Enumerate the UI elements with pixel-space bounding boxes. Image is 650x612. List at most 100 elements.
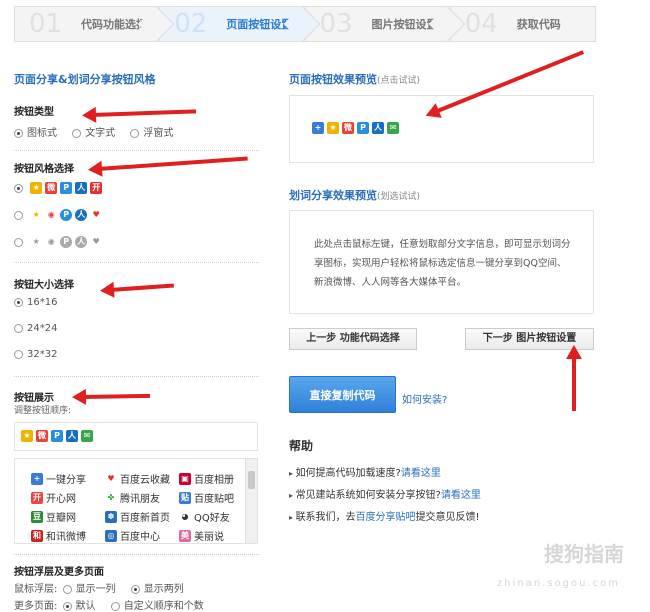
service-list[interactable]: + 一键分享 ♥ 百度云收藏 ▣ 百度相册 开开心网 ✤ 腾讯朋友 贴百度贴吧 豆豆瓣网… — [14, 458, 258, 544]
help-link[interactable]: 请看这里 — [401, 468, 441, 479]
tqq-icon[interactable]: P — [357, 122, 369, 134]
step-num: 02 — [174, 9, 208, 39]
qzone-icon[interactable]: ★ — [327, 122, 339, 134]
preview-hint: (点击试试) — [377, 76, 421, 86]
scrollbar-thumb[interactable] — [248, 471, 255, 489]
step-bar: 01 代码功能选择 02 页面按钮设置 03 图片按钮设置 04 获取代码 — [14, 5, 596, 43]
annotation-arrow-icon — [81, 393, 151, 399]
weibo-icon[interactable]: 微 — [342, 122, 354, 134]
kaixin-icon: 开 — [90, 182, 103, 194]
size-option[interactable]: 32*32 — [14, 349, 57, 360]
service-item[interactable]: 贴百度贴吧 — [179, 488, 253, 507]
service-item[interactable]: 和和讯微博 — [31, 526, 105, 543]
meilishuo-icon: 美 — [179, 529, 191, 542]
btn-type-option[interactable]: 浮窗式 — [130, 124, 173, 139]
radio-icon[interactable] — [130, 584, 140, 594]
float-option[interactable]: 显示一列 — [62, 580, 116, 595]
wechat-icon[interactable]: ✉ — [81, 430, 93, 442]
help-link[interactable]: 请看这里 — [441, 490, 481, 501]
radio-icon[interactable] — [110, 601, 120, 611]
radio-icon[interactable] — [14, 349, 23, 359]
step-label: 获取代码 — [516, 18, 561, 31]
btn-display-subtitle: 调整按钮顺序: — [14, 406, 72, 416]
qzone-icon: ★ — [30, 182, 43, 194]
step-label: 页面按钮设置 — [226, 18, 293, 31]
style-row-2[interactable]: ★ ◉ P 人 ♥ — [14, 209, 105, 221]
btn-type-option[interactable]: 图标式 — [14, 124, 57, 139]
share-icon[interactable]: + — [312, 122, 324, 134]
renren-icon[interactable]: 人 — [66, 430, 78, 442]
style-row-1[interactable]: ★ 微 P 人开 — [14, 182, 105, 194]
service-item[interactable]: ♥ 百度云收藏 — [105, 469, 179, 488]
size-option[interactable]: 24*24 — [14, 323, 57, 334]
service-item[interactable]: 豆豆瓣网 — [31, 507, 105, 526]
service-item[interactable]: ✤ 腾讯朋友 — [105, 488, 179, 507]
service-label: 开心网 — [46, 494, 76, 505]
option-label: 图标式 — [27, 128, 57, 139]
float-row-2: 更多页面: 默认 自定义顺序和个数 — [14, 597, 216, 612]
service-item[interactable]: 美美丽说 — [179, 526, 253, 543]
huaci-box[interactable]: 此处点击鼠标左键，任意划取部分文字信息，即可显示划词分享图标，实现用户轻松将鼠标… — [289, 210, 594, 314]
radio-icon[interactable] — [14, 237, 23, 247]
service-label: 百度相册 — [194, 475, 234, 486]
service-item[interactable]: + 一键分享 — [31, 469, 105, 488]
radio-icon[interactable] — [14, 297, 23, 307]
service-item[interactable]: ▣ 百度相册 — [179, 469, 253, 488]
copy-code-button[interactable]: 直接复制代码 — [289, 376, 396, 413]
radio-icon[interactable] — [14, 128, 23, 138]
service-grid: + 一键分享 ♥ 百度云收藏 ▣ 百度相册 开开心网 ✤ 腾讯朋友 贴百度贴吧 豆豆瓣网… — [31, 469, 257, 543]
divider — [14, 262, 259, 263]
divider — [14, 554, 259, 555]
service-item[interactable]: ◎ 百度中心 — [105, 526, 179, 543]
tqq-icon[interactable]: P — [51, 430, 63, 442]
qzone-icon[interactable]: ★ — [21, 430, 33, 442]
btn-type-title: 按钮类型 — [14, 107, 54, 118]
step-label: 图片按钮设置 — [371, 18, 438, 31]
radio-icon[interactable] — [62, 584, 72, 594]
qq-penguin-icon: ◕ — [181, 511, 189, 521]
kaixin-icon: ♥ — [92, 210, 100, 219]
baidu-center-icon: ◎ — [105, 529, 117, 542]
step-4[interactable]: 04 获取代码 — [449, 6, 596, 42]
help-item: 常见建站系统如何安装分享按钮?请看这里 — [289, 486, 609, 501]
float-option[interactable]: 自定义顺序和个数 — [110, 597, 204, 612]
size-option[interactable]: 16*16 — [14, 297, 57, 308]
prev-step-button[interactable]: 上一步 功能代码选择 — [289, 328, 417, 350]
renren-icon: 人 — [75, 209, 88, 221]
step-1[interactable]: 01 代码功能选择 — [14, 5, 175, 43]
help-link[interactable]: 百度分享贴吧 — [356, 512, 416, 523]
float-option[interactable]: 显示两列 — [130, 580, 184, 595]
service-item[interactable]: ◕ QQ好友 — [179, 507, 253, 526]
divider — [14, 376, 259, 377]
float-option[interactable]: 默认 — [62, 597, 96, 612]
btn-display-title: 按钮展示 — [14, 393, 54, 404]
float-row-label: 鼠标浮层: — [14, 584, 58, 595]
service-item[interactable]: 开开心网 — [31, 488, 105, 507]
weibo-icon[interactable]: 微 — [36, 430, 48, 442]
radio-icon[interactable] — [14, 323, 23, 333]
step-2[interactable]: 02 页面按钮设置 — [159, 5, 320, 43]
wechat-icon[interactable]: ✉ — [387, 122, 399, 134]
step-3[interactable]: 03 图片按钮设置 — [304, 5, 466, 43]
step-num: 01 — [29, 9, 63, 39]
radio-icon[interactable] — [62, 601, 72, 611]
btn-type-option[interactable]: 文字式 — [72, 124, 115, 139]
radio-icon[interactable] — [72, 128, 82, 138]
order-bar[interactable]: ★ 微 P 人 ✉ — [14, 422, 258, 451]
qzone-icon: ★ — [32, 210, 40, 219]
radio-icon[interactable] — [130, 128, 140, 138]
style-row-3[interactable]: ★ ◉ P 人 ♥ — [14, 236, 105, 248]
radio-icon[interactable] — [14, 183, 23, 193]
option-label: 24*24 — [27, 323, 58, 334]
option-label: 自定义顺序和个数 — [123, 601, 204, 612]
service-item[interactable]: ✽ 百度新首页 — [105, 507, 179, 526]
help-text: 常见建站系统如何安装分享按钮? — [295, 490, 441, 501]
weibo-icon: ◉ — [47, 237, 55, 246]
service-label: 腾讯朋友 — [120, 494, 160, 505]
btn-style-title: 按钮风格选择 — [14, 164, 74, 175]
install-link[interactable]: 如何安装? — [402, 391, 447, 406]
scrollbar[interactable] — [245, 459, 257, 543]
help-list: 如何提高代码加载速度?请看这里 常见建站系统如何安装分享按钮?请看这里 联系我们… — [289, 464, 609, 530]
radio-icon[interactable] — [14, 210, 23, 220]
renren-icon[interactable]: 人 — [372, 122, 384, 134]
